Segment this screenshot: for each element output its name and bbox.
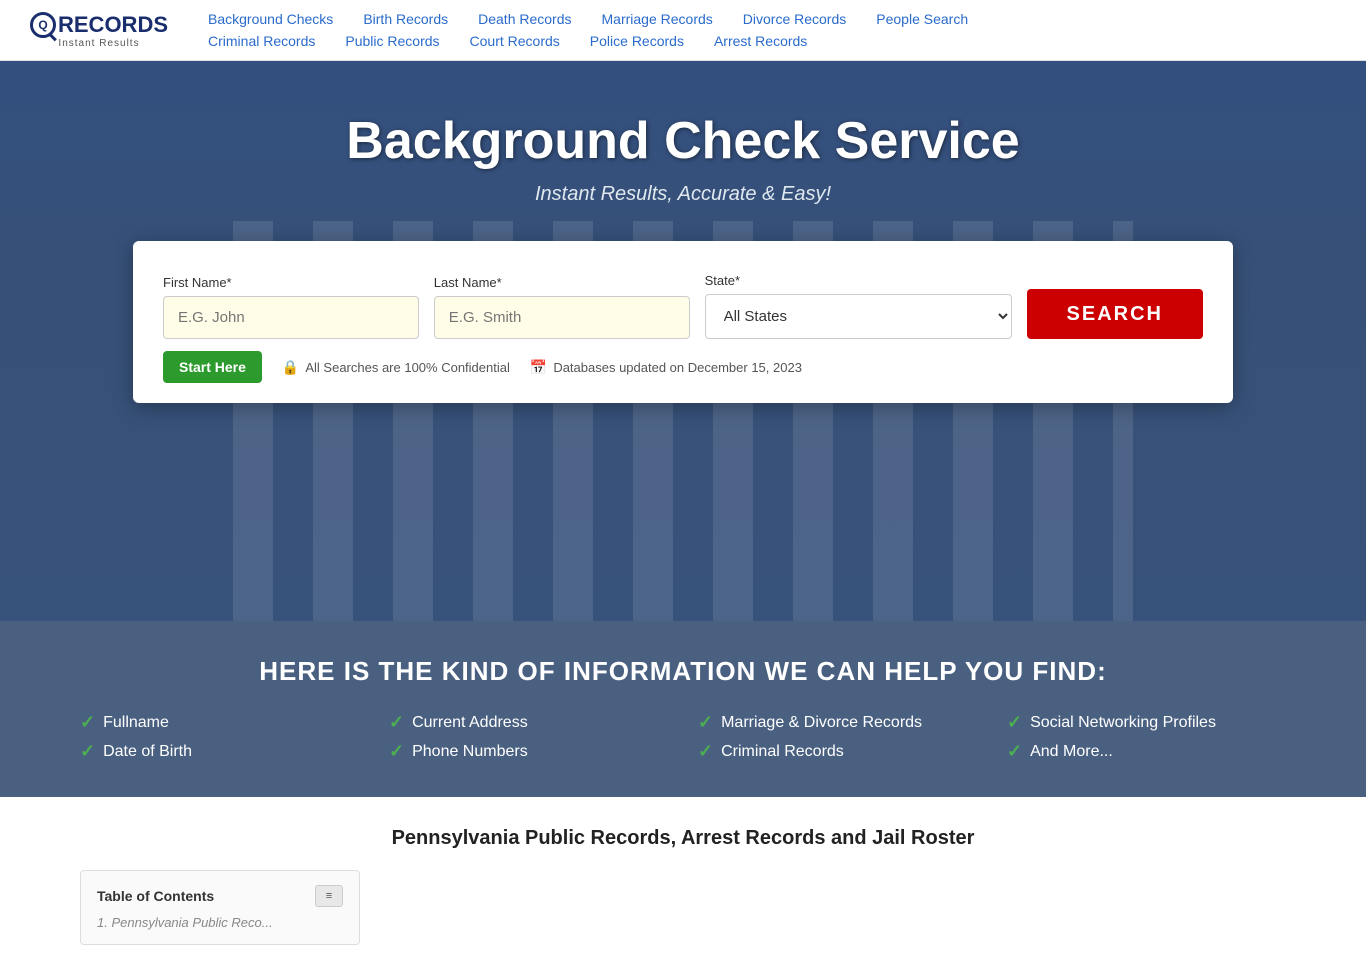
checkmark-icon: ✓ — [698, 712, 713, 733]
toc-item: 1. Pennsylvania Public Reco... — [97, 915, 343, 930]
info-item-text: Date of Birth — [103, 743, 192, 761]
logo-icon: Q — [30, 12, 56, 38]
header: Q RECORDS Instant Results Background Che… — [0, 0, 1366, 61]
start-here-button[interactable]: Start Here — [163, 351, 262, 383]
first-name-label: First Name* — [163, 275, 419, 290]
logo-brand: RECORDS — [58, 12, 168, 38]
info-item-text: And More... — [1030, 743, 1113, 761]
confidential-text: All Searches are 100% Confidential — [305, 360, 510, 375]
info-item: ✓ Criminal Records — [698, 741, 977, 762]
logo-subtitle: Instant Results — [58, 38, 139, 49]
state-label: State* — [705, 273, 1012, 288]
info-title: HERE IS THE KIND OF INFORMATION WE CAN H… — [80, 656, 1286, 687]
search-box: First Name* Last Name* State* All States… — [133, 241, 1233, 403]
checkmark-icon: ✓ — [1007, 741, 1022, 762]
toc-header: Table of Contents ≡ — [97, 885, 343, 907]
lock-icon: 🔒 — [282, 359, 299, 376]
updated-text: Databases updated on December 15, 2023 — [553, 360, 802, 375]
nav-link-court-records[interactable]: Court Records — [470, 33, 560, 49]
info-col-1: ✓ Current Address ✓ Phone Numbers — [389, 712, 668, 762]
calendar-icon: 📅 — [530, 359, 547, 376]
checkmark-icon: ✓ — [698, 741, 713, 762]
nav-row-1: Background Checks Birth Records Death Reco… — [208, 8, 1336, 30]
info-content: HERE IS THE KIND OF INFORMATION WE CAN H… — [80, 656, 1286, 762]
nav-link-people-search[interactable]: People Search — [876, 11, 968, 27]
hero-subtitle: Instant Results, Accurate & Easy! — [535, 183, 831, 206]
checkmark-icon: ✓ — [80, 741, 95, 762]
search-info: 🔒 All Searches are 100% Confidential 📅 D… — [282, 359, 802, 376]
nav-row-2: Criminal Records Public Records Court Reco… — [208, 30, 1336, 52]
toc-title: Table of Contents — [97, 888, 214, 904]
search-button[interactable]: SEARCH — [1027, 289, 1203, 339]
nav-link-divorce-records[interactable]: Divorce Records — [743, 11, 846, 27]
info-item: ✓ And More... — [1007, 741, 1286, 762]
logo-text: Q RECORDS — [30, 12, 168, 38]
checkmark-icon: ✓ — [80, 712, 95, 733]
search-fields: First Name* Last Name* State* All States… — [163, 269, 1203, 339]
bottom-section: Pennsylvania Public Records, Arrest Reco… — [0, 797, 1366, 975]
nav-link-criminal-records[interactable]: Criminal Records — [208, 33, 315, 49]
hero-content: Background Check Service Instant Results… — [20, 111, 1346, 403]
checkmark-icon: ✓ — [389, 712, 404, 733]
nav-link-birth-records[interactable]: Birth Records — [363, 11, 448, 27]
last-name-field-group: Last Name* — [434, 275, 690, 339]
info-item-text: Marriage & Divorce Records — [721, 714, 922, 732]
hero-section: Background Check Service Instant Results… — [0, 61, 1366, 621]
info-item-text: Current Address — [412, 714, 528, 732]
checkmark-icon: ✓ — [1007, 712, 1022, 733]
page-title: Pennsylvania Public Records, Arrest Reco… — [80, 827, 1286, 850]
info-item-text: Social Networking Profiles — [1030, 714, 1216, 732]
hero-title: Background Check Service — [346, 111, 1019, 171]
updated-info: 📅 Databases updated on December 15, 2023 — [530, 359, 802, 376]
info-item: ✓ Social Networking Profiles — [1007, 712, 1286, 733]
confidential-info: 🔒 All Searches are 100% Confidential — [282, 359, 510, 376]
last-name-label: Last Name* — [434, 275, 690, 290]
info-grid: ✓Fullname✓Date of Birth✓Current Address✓… — [80, 712, 1286, 762]
nav-link-arrest-records[interactable]: Arrest Records — [714, 33, 807, 49]
nav-link-public-records[interactable]: Public Records — [345, 33, 439, 49]
info-item-text: Phone Numbers — [412, 743, 528, 761]
info-col-2: ✓ Marriage & Divorce Records ✓ Criminal Rec… — [698, 712, 977, 762]
first-name-input[interactable] — [163, 296, 419, 339]
first-name-field-group: First Name* — [163, 275, 419, 339]
info-col-3: ✓ Social Networking Profiles ✓ And More... — [1007, 712, 1286, 762]
info-item: ✓ Current Address — [389, 712, 668, 733]
info-item: ✓ Phone Numbers — [389, 741, 668, 762]
info-col-0: ✓ Fullname ✓ Date of Birth — [80, 712, 359, 762]
info-item: ✓ Fullname — [80, 712, 359, 733]
nav-link-death-records[interactable]: Death Records — [478, 11, 571, 27]
search-footer: Start Here 🔒 All Searches are 100% Confi… — [163, 351, 1203, 383]
info-item: ✓ Date of Birth — [80, 741, 359, 762]
logo: Q RECORDS Instant Results — [30, 12, 168, 49]
toc-toggle-button[interactable]: ≡ — [315, 885, 343, 907]
checkmark-icon: ✓ — [389, 741, 404, 762]
info-item-text: Fullname — [103, 714, 169, 732]
nav-link-police-records[interactable]: Police Records — [590, 33, 684, 49]
info-section: HERE IS THE KIND OF INFORMATION WE CAN H… — [0, 621, 1366, 797]
main-nav: Background Checks Birth Records Death Reco… — [208, 8, 1336, 52]
nav-link-marriage-records[interactable]: Marriage Records — [602, 11, 713, 27]
state-select[interactable]: All StatesAlabamaAlaskaArizonaArkansasCa… — [705, 294, 1012, 339]
info-item: ✓ Marriage & Divorce Records — [698, 712, 977, 733]
state-field-group: State* All StatesAlabamaAlaskaArizonaArk… — [705, 273, 1012, 339]
info-item-text: Criminal Records — [721, 743, 844, 761]
last-name-input[interactable] — [434, 296, 690, 339]
toc-box: Table of Contents ≡ 1. Pennsylvania Publ… — [80, 870, 360, 945]
nav-link-background-checks[interactable]: Background Checks — [208, 11, 333, 27]
